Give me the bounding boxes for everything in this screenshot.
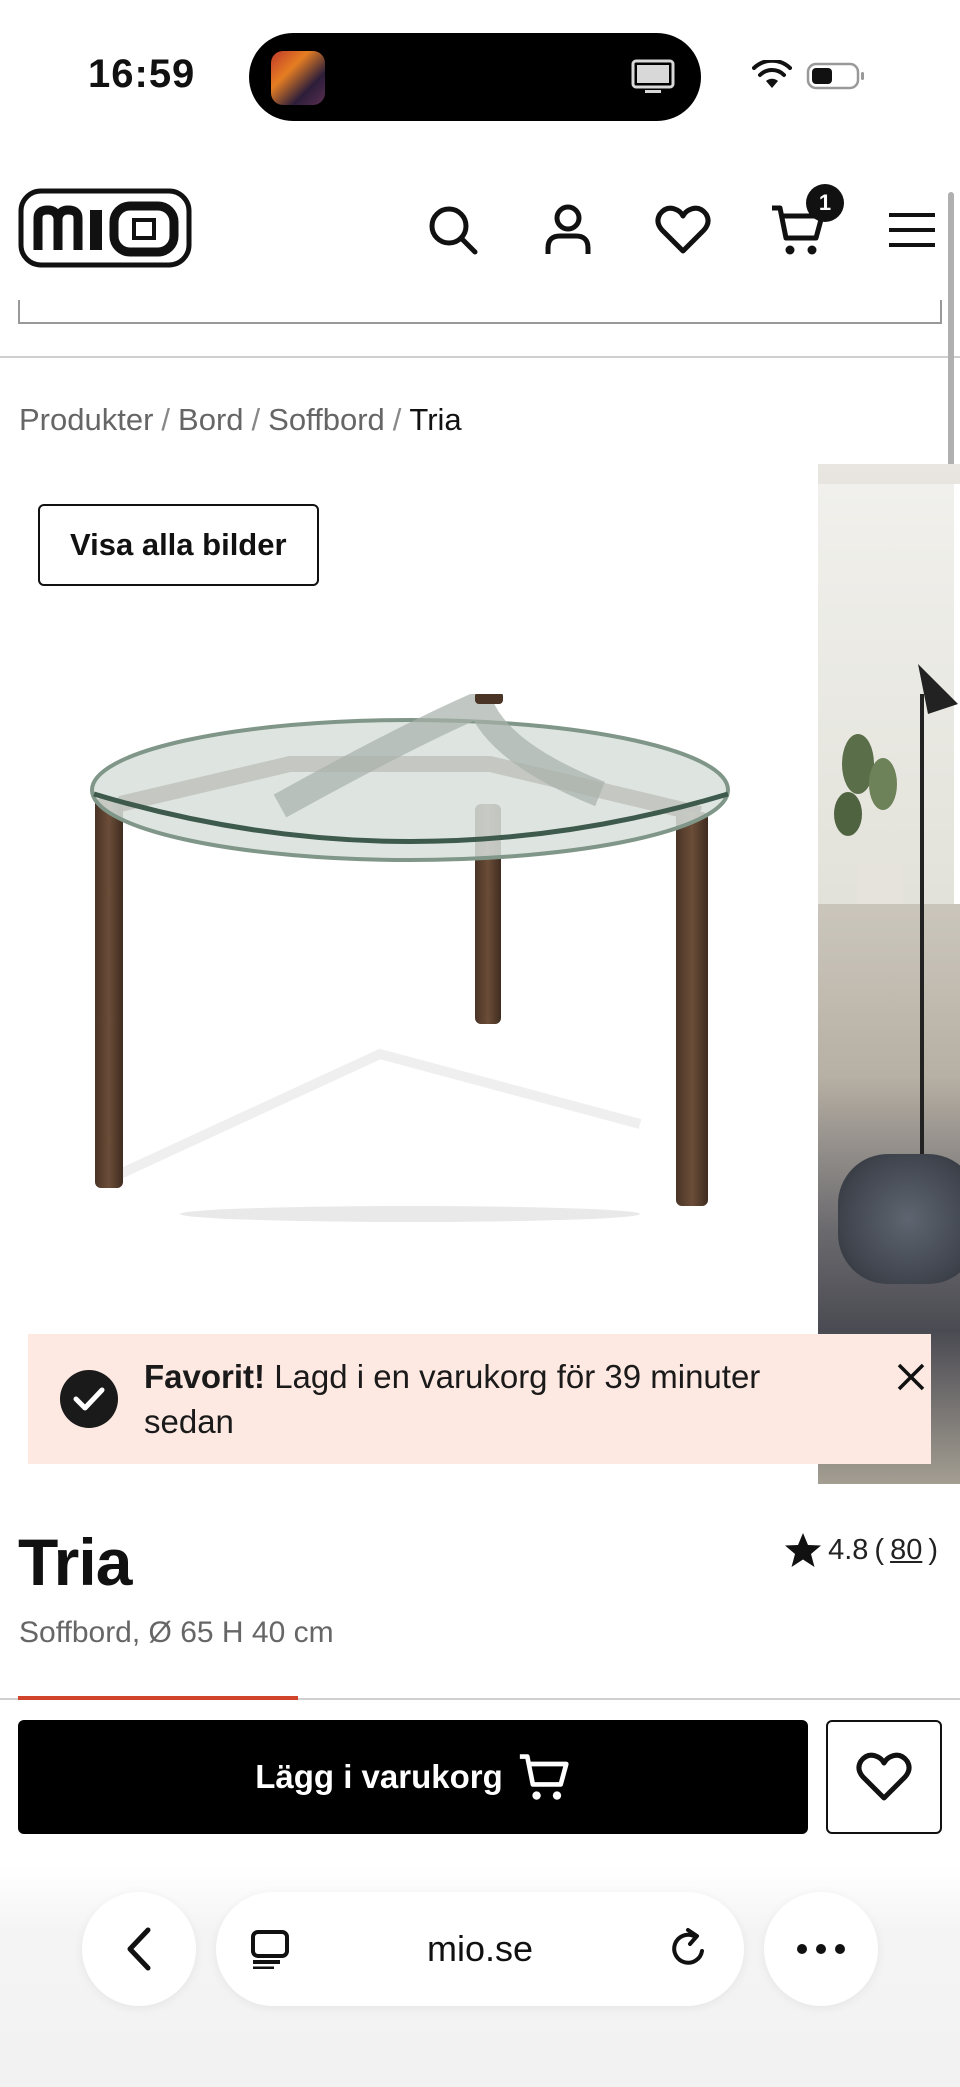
url-text: mio.se bbox=[426, 1928, 534, 1969]
breadcrumb-separator: / bbox=[251, 402, 261, 437]
account-icon[interactable] bbox=[540, 202, 596, 258]
menu-icon[interactable] bbox=[884, 202, 940, 258]
star-icon bbox=[785, 1533, 822, 1567]
rating-value: 4.8 bbox=[828, 1533, 869, 1566]
breadcrumb-link-tables[interactable]: Bord bbox=[178, 402, 243, 438]
product-image-main[interactable] bbox=[0, 464, 818, 1484]
rating-paren-open: ( bbox=[874, 1533, 885, 1566]
heart-icon[interactable] bbox=[655, 202, 711, 258]
view-all-images-button[interactable]: Visa alla bilder bbox=[38, 504, 319, 586]
cart-icon bbox=[519, 1754, 569, 1800]
close-icon[interactable] bbox=[888, 1354, 934, 1400]
more-options-button[interactable] bbox=[764, 1892, 878, 2006]
product-title: Tria bbox=[18, 1525, 132, 1599]
rating-paren-close: ) bbox=[928, 1533, 938, 1566]
search-icon[interactable] bbox=[425, 202, 481, 258]
review-count-link[interactable]: 80 bbox=[890, 1534, 922, 1567]
scrollbar[interactable] bbox=[948, 192, 954, 472]
battery-icon bbox=[806, 62, 864, 90]
screen-mirror-icon bbox=[631, 59, 675, 93]
search-bar-frame[interactable] bbox=[18, 300, 942, 324]
ellipsis-icon bbox=[797, 1944, 845, 1954]
add-to-favorites-button[interactable] bbox=[826, 1720, 942, 1834]
breadcrumb-link-products[interactable]: Produkter bbox=[19, 402, 153, 438]
product-image-lifestyle[interactable] bbox=[818, 464, 960, 1484]
breadcrumb-current: Tria bbox=[409, 402, 462, 437]
header-divider bbox=[0, 356, 960, 358]
product-subtitle: Soffbord, Ø 65 H 40 cm bbox=[19, 1616, 334, 1649]
wifi-icon bbox=[752, 60, 792, 88]
plant-decor bbox=[834, 734, 902, 904]
product-gallery[interactable]: Visa alla bilder bbox=[0, 464, 960, 1484]
add-to-cart-label: Lägg i varukorg bbox=[255, 1758, 503, 1795]
back-button[interactable] bbox=[82, 1892, 196, 2006]
now-playing-thumbnail bbox=[271, 51, 325, 105]
address-bar[interactable]: mio.se bbox=[216, 1892, 744, 2006]
breadcrumb: Produkter / Bord / Soffbord / Tria bbox=[19, 402, 462, 438]
product-rating[interactable]: 4.8 (80) bbox=[784, 1532, 938, 1568]
lamp-decor bbox=[918, 664, 958, 1164]
breadcrumb-separator: / bbox=[392, 402, 402, 437]
heart-icon bbox=[856, 1752, 912, 1801]
notification-text: Favorit! Lagd i en varukorg för 39 minut… bbox=[144, 1354, 834, 1444]
mio-logo[interactable] bbox=[18, 188, 192, 268]
status-time: 16:59 bbox=[88, 52, 196, 96]
coffee-table-illustration bbox=[90, 694, 730, 1222]
cushion-decor bbox=[838, 1154, 960, 1284]
add-to-cart-button[interactable]: Lägg i varukorg bbox=[18, 1720, 808, 1834]
chevron-left-icon bbox=[127, 1927, 151, 1971]
reload-icon[interactable] bbox=[666, 1927, 710, 1971]
active-tab-indicator bbox=[18, 1696, 298, 1700]
notification-title: Favorit! bbox=[144, 1358, 266, 1395]
breadcrumb-separator: / bbox=[161, 402, 171, 437]
dynamic-island[interactable] bbox=[249, 33, 701, 121]
breadcrumb-link-coffee-tables[interactable]: Soffbord bbox=[268, 402, 385, 438]
favorite-notification: Favorit! Lagd i en varukorg för 39 minut… bbox=[28, 1334, 931, 1464]
status-bar: 16:59 bbox=[0, 0, 960, 150]
cart-count-badge: 1 bbox=[806, 184, 844, 222]
check-circle-icon bbox=[60, 1370, 118, 1428]
